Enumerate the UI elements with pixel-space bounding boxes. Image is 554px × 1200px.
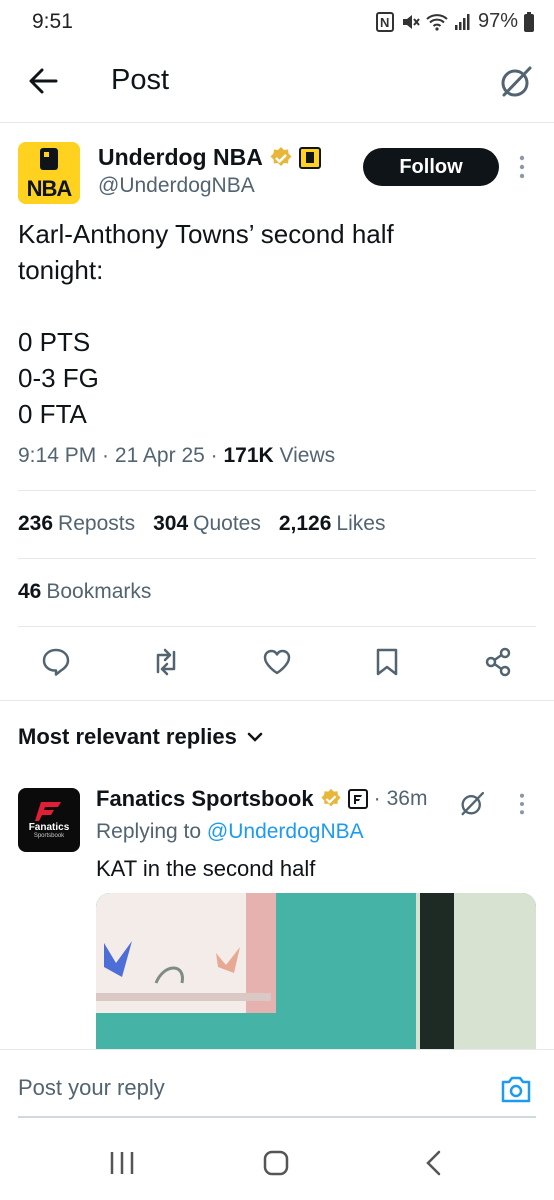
likes-stat[interactable]: 2,126 Likes <box>279 512 386 536</box>
reply-grok-icon[interactable] <box>458 790 486 818</box>
share-icon[interactable] <box>482 646 514 678</box>
status-icons: N 97% <box>375 10 534 33</box>
post-text: Karl-Anthony Towns’ second half tonight:… <box>18 219 394 429</box>
reply-media-gif[interactable] <box>96 893 536 1053</box>
status-time: 9:51 <box>32 10 73 33</box>
reply-more-options-icon[interactable] <box>514 792 530 816</box>
chevron-down-icon <box>247 732 263 742</box>
affiliate-badge-icon <box>347 789 368 809</box>
reply-avatar[interactable]: Fanatics Sportsbook <box>18 788 80 852</box>
stats-divider <box>18 558 536 559</box>
reply-icon[interactable] <box>40 646 72 678</box>
reply-time: 36m <box>386 787 428 810</box>
reply-avatar-label: Fanatics <box>28 822 70 833</box>
verified-badge-icon <box>320 788 341 807</box>
more-options-icon[interactable] <box>514 154 530 180</box>
reply-header[interactable]: Fanatics Sportsbook · 36m <box>96 786 427 812</box>
post-date: 21 Apr 25 <box>114 444 205 467</box>
quotes-stat[interactable]: 304 Quotes <box>153 512 261 536</box>
battery-percent: 97% <box>477 10 518 32</box>
bookmarks-stat[interactable]: 46 Bookmarks <box>18 580 151 604</box>
avatar-label: NBA <box>26 176 73 201</box>
author-handle[interactable]: @UnderdogNBA <box>98 174 255 198</box>
mute-icon <box>402 14 420 29</box>
page-title: Post <box>111 64 170 96</box>
media-image <box>96 893 536 1053</box>
post-time: 9:14 PM <box>18 444 97 467</box>
header-divider <box>0 122 554 123</box>
reply-input[interactable]: Post your reply <box>18 1075 165 1101</box>
author-name: Underdog NBA <box>98 144 263 170</box>
meta-divider <box>18 490 536 491</box>
reposts-stat[interactable]: 236 Reposts <box>18 512 135 536</box>
fanatics-logo-icon <box>35 802 61 821</box>
post-meta: 9:14 PM · 21 Apr 25 · 171K Views <box>18 444 336 467</box>
replies-sort-dropdown[interactable]: Most relevant replies <box>18 724 263 750</box>
replying-to: Replying to @UnderdogNBA <box>96 820 364 843</box>
grok-icon[interactable] <box>498 64 534 100</box>
author-avatar[interactable]: NBA <box>18 142 80 204</box>
engagement-stats: 236 Reposts 304 Quotes 2,126 Likes <box>18 512 385 536</box>
replying-to-handle[interactable]: @UnderdogNBA <box>207 820 364 843</box>
bookmark-icon[interactable] <box>371 646 403 678</box>
bookmarks-divider <box>18 626 536 627</box>
wifi-icon <box>426 13 448 31</box>
replies-sort-label: Most relevant replies <box>18 724 237 749</box>
reply-input-underline <box>18 1116 536 1118</box>
like-icon[interactable] <box>261 646 293 678</box>
recents-icon[interactable] <box>108 1150 136 1176</box>
signal-icon <box>454 13 470 30</box>
repost-icon[interactable] <box>150 646 182 678</box>
svg-text:N: N <box>380 15 389 30</box>
reply-text: KAT in the second half <box>96 856 316 881</box>
affiliate-badge-icon <box>298 146 321 169</box>
reply-avatar-sublabel: Sportsbook <box>33 833 65 839</box>
reply-author-name: Fanatics Sportsbook <box>96 786 314 811</box>
back-arrow-icon[interactable] <box>26 64 60 98</box>
actions-divider <box>0 700 554 701</box>
battery-icon <box>524 11 534 32</box>
views-count: 171K <box>223 444 274 467</box>
home-icon[interactable] <box>263 1150 291 1176</box>
nav-back-icon[interactable] <box>424 1150 442 1176</box>
nfc-icon: N <box>375 11 394 32</box>
author-name-row[interactable]: Underdog NBA <box>98 144 321 171</box>
views-label: Views <box>279 444 336 467</box>
verified-badge-icon <box>270 146 292 166</box>
action-bar <box>0 646 554 680</box>
camera-icon[interactable] <box>500 1074 532 1104</box>
follow-button[interactable]: Follow <box>363 148 499 186</box>
